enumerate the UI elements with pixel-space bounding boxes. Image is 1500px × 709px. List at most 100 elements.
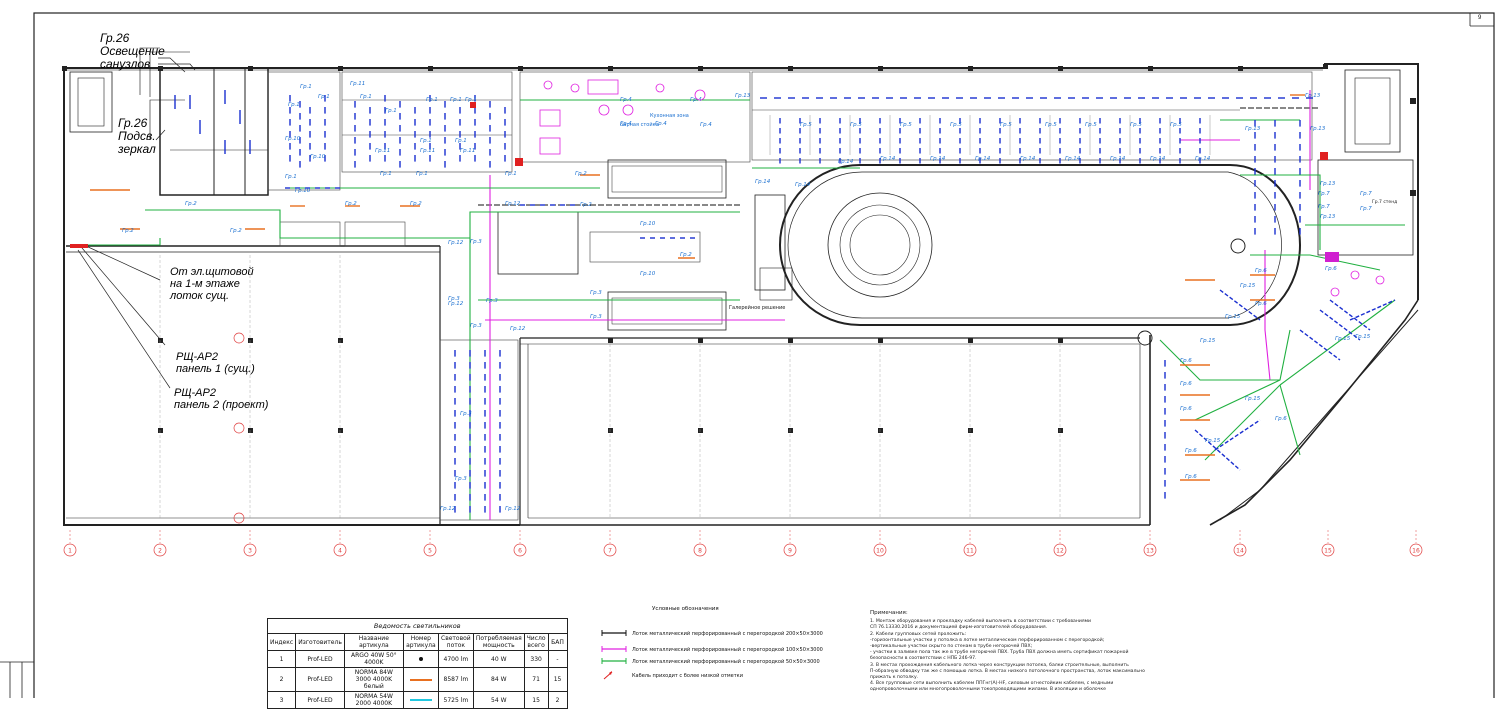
group-label: Гр.11 xyxy=(420,148,435,154)
callout-cable-from-line2: на 1-м этаже xyxy=(170,278,240,290)
group-label: Гр.6 xyxy=(1255,301,1267,307)
cell-maker: Prof-LED xyxy=(295,691,345,709)
group-label: Гр.6 xyxy=(1185,474,1197,480)
notes: Примечания: 1. Монтаж оборудования и про… xyxy=(870,610,1200,694)
group-label: Гр.5 xyxy=(1130,122,1142,128)
tray-black-icon xyxy=(601,630,627,636)
group-label: Гр.5 xyxy=(1000,122,1012,128)
cell-symbol xyxy=(402,667,439,692)
group-label: Гр.5 xyxy=(1045,122,1057,128)
group-label: Гр.5 xyxy=(950,122,962,128)
group-label: Гр.5 xyxy=(850,122,862,128)
cell-index: 3 xyxy=(266,691,297,709)
callout-cable-from-line3: лоток сущ. xyxy=(170,290,230,302)
luminaires-table: Ведомость светильников Индекс Изготовите… xyxy=(266,618,568,709)
group-label: Гр.7 xyxy=(1360,206,1372,212)
cell-flux: 5725 lm xyxy=(437,691,474,709)
cell-bap: 15 xyxy=(547,667,568,692)
group-label: Гр.3 xyxy=(470,239,482,245)
group-label: Гр.10 xyxy=(640,271,656,277)
group-label: Гр.1 xyxy=(285,174,297,180)
cell-symbol xyxy=(402,691,439,709)
cell-name: ARGO 40W 50° 4000K xyxy=(343,650,404,668)
group-label: Гр.14 xyxy=(1150,156,1166,162)
callout-cable-from-line1: От эл.щитовой xyxy=(170,266,254,278)
axis-label: 13 xyxy=(1146,548,1154,555)
legend-item: Лоток металлический перфорированный с пе… xyxy=(600,644,830,656)
luminaire xyxy=(1214,419,1261,451)
dot-icon xyxy=(418,656,423,661)
group-label: Гр.1 xyxy=(288,102,300,108)
group-label: Гр.10 xyxy=(295,188,311,194)
tray-green-icon xyxy=(601,658,627,664)
gallery-label: Галерейное решение xyxy=(729,304,785,311)
legend-item: Лоток металлический перфорированный с пе… xyxy=(600,656,830,668)
group-label: Гр.14 xyxy=(930,156,946,162)
callout-cable-from: От эл.щитовой на 1-м этаже лоток сущ. xyxy=(170,266,254,302)
group-label: Гр.11 xyxy=(460,148,475,154)
cell-maker: Prof-LED xyxy=(295,667,345,692)
group-label: Гр.1 xyxy=(318,94,330,100)
group-label: Гр.2 xyxy=(580,202,592,208)
orange-luminaires xyxy=(90,94,1305,481)
red-arrow-icon xyxy=(603,671,613,680)
group-label: Гр.15 xyxy=(1335,336,1351,342)
group-label: Гр.2 xyxy=(185,201,197,207)
callout-panel2: РЩ-АР2 панель 2 (проект) xyxy=(174,387,268,411)
col-power: Потребляемая мощность xyxy=(472,633,525,651)
cell-name: NORMA 84W 3000 4000K белый xyxy=(343,667,404,692)
callout-sanuzly: Гр.26 Освещение санузлов xyxy=(100,32,165,71)
group-label: Гр.13 xyxy=(1320,214,1336,220)
axis-label: 4 xyxy=(338,548,342,555)
group-label: Гр.6 xyxy=(1325,266,1337,272)
group-label: Гр.13 xyxy=(735,93,751,99)
group-label: Гр.15 xyxy=(1355,334,1371,340)
group-label: Гр.13 xyxy=(1310,126,1326,132)
callout-panel2-line1: РЩ-АР2 xyxy=(174,387,216,399)
group-label: Гр.14 xyxy=(1065,156,1081,162)
group-label: Гр.5 xyxy=(1170,122,1182,128)
callout-sanuzly-line3: санузлов xyxy=(100,57,151,71)
cell-bap: - xyxy=(547,650,568,668)
group-label: Гр.2 xyxy=(122,228,134,234)
luminaires-table-caption: Ведомость светильников xyxy=(267,618,568,634)
bar-label: Барная стойка xyxy=(620,121,659,128)
group-label: Гр.15 xyxy=(1240,283,1256,289)
group-label: Гр.14 xyxy=(795,182,811,188)
luminaire xyxy=(1329,299,1371,331)
axis-label: 8 xyxy=(698,548,702,555)
legend-title: Условные обозначения xyxy=(652,606,719,612)
group-label: Гр.2 xyxy=(345,201,357,207)
cell-index: 1 xyxy=(266,650,297,668)
cell-power: 84 W xyxy=(472,667,525,692)
kitchen-label: Кухонная зона xyxy=(650,113,689,119)
building-walls xyxy=(62,63,1419,526)
orange-line-icon xyxy=(409,678,432,681)
callout-panel1: РЩ-АР2 панель 1 (сущ.) xyxy=(176,351,255,375)
axis-label: 3 xyxy=(248,548,252,555)
group-label: Гр.15 xyxy=(1245,396,1261,402)
group-label: Гр.1 xyxy=(360,94,372,100)
group-label: Гр.3 xyxy=(470,323,482,329)
cell-symbol xyxy=(402,650,439,668)
group-label: Гр.10 xyxy=(640,221,656,227)
group-label: Гр.2 xyxy=(680,252,692,258)
cable-trays xyxy=(70,47,1405,520)
cell-maker: Prof-LED xyxy=(295,650,345,668)
group-label: Гр.12 xyxy=(440,506,456,512)
legend-item: Лоток металлический перфорированный с пе… xyxy=(600,628,830,640)
group-label: Гр.13 xyxy=(1245,126,1261,132)
group-label: Гр.3 xyxy=(460,411,472,417)
table-row: 1 Prof-LED ARGO 40W 50° 4000K 4700 lm 40… xyxy=(266,650,568,668)
group-label: Гр.14 xyxy=(1195,156,1211,162)
group-label: Гр.14 xyxy=(1110,156,1126,162)
group-label: Гр.11 xyxy=(350,81,365,87)
axis-label: 10 xyxy=(876,548,884,555)
group-label: Гр.7 xyxy=(1318,191,1330,197)
group-label: Гр.1 xyxy=(426,97,438,103)
group-label: Гр.13 xyxy=(1305,93,1321,99)
callout-leaders xyxy=(77,57,196,389)
group-label: Гр.1 xyxy=(450,97,462,103)
group-label: Гр.6 xyxy=(1275,416,1287,422)
group-label: Гр.12 xyxy=(505,201,521,207)
